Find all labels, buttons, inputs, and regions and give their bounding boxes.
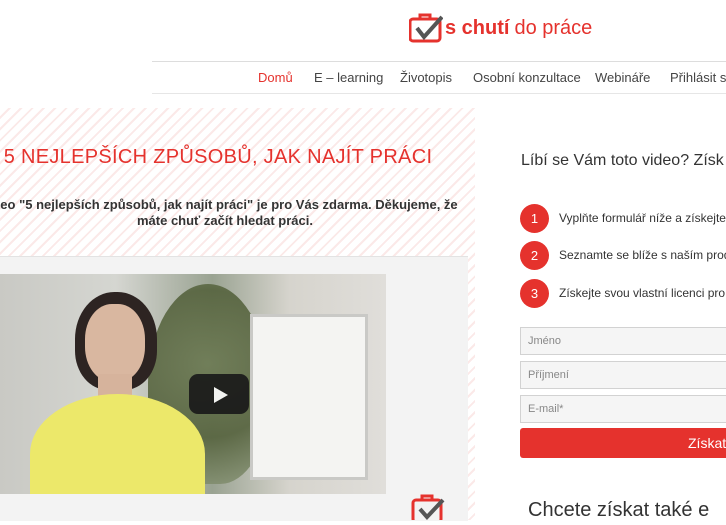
video-description-line-1: deo "5 nejlepších způsobů, jak najít prá… — [0, 197, 458, 212]
email-input[interactable] — [521, 396, 726, 422]
video-description-line-2: máte chuť začít hledat práci. — [136, 213, 313, 228]
logo-text-primary: s chutí — [445, 16, 510, 39]
nav-item-login[interactable]: Přihlásit se — [670, 70, 726, 85]
email-field — [520, 395, 726, 423]
step-number: 1 — [520, 204, 549, 233]
first-name-field — [520, 327, 726, 355]
page-title: 5 NEJLEPŠÍCH ZPŮSOBŮ, JAK NAJÍT PRÁCI — [3, 146, 433, 168]
step-text: Vyplňte formulář níže a získejte — [559, 211, 726, 225]
last-name-input[interactable] — [521, 362, 726, 388]
site-logo[interactable]: s chutí do práce — [408, 10, 593, 46]
step-text: Získejte svou vlastní licenci pro — [559, 286, 726, 300]
main-nav: Domů E – learning Životopis Osobní konzu… — [152, 62, 726, 93]
nav-item-home[interactable]: Domů — [258, 70, 293, 85]
video-presenter-face — [85, 304, 145, 382]
nav-item-e-learning[interactable]: E – learning — [314, 70, 383, 85]
signup-title: Líbí se Vám toto video? Získ — [521, 152, 724, 169]
play-button-icon[interactable] — [189, 374, 249, 414]
nav-item-consultation[interactable]: Osobní konzultace — [473, 70, 581, 85]
nav-divider-bottom — [152, 93, 726, 94]
logo-text-secondary: do práce — [514, 16, 593, 39]
first-name-input[interactable] — [521, 328, 726, 354]
section-title: Chcete získat také e — [528, 499, 710, 521]
step-text: Seznamte se blíže s naším prod — [559, 248, 726, 262]
nav-item-webinars[interactable]: Webináře — [595, 70, 650, 85]
step-number: 3 — [520, 279, 549, 308]
step-number: 2 — [520, 241, 549, 270]
briefcase-check-icon-small — [411, 494, 453, 524]
last-name-field — [520, 361, 726, 389]
nav-item-cv[interactable]: Životopis — [400, 70, 452, 85]
video-whiteboard — [250, 314, 368, 480]
briefcase-check-icon — [408, 13, 444, 43]
video-description: deo "5 nejlepších způsobů, jak najít prá… — [0, 197, 458, 229]
submit-button[interactable]: Získat — [520, 428, 726, 458]
